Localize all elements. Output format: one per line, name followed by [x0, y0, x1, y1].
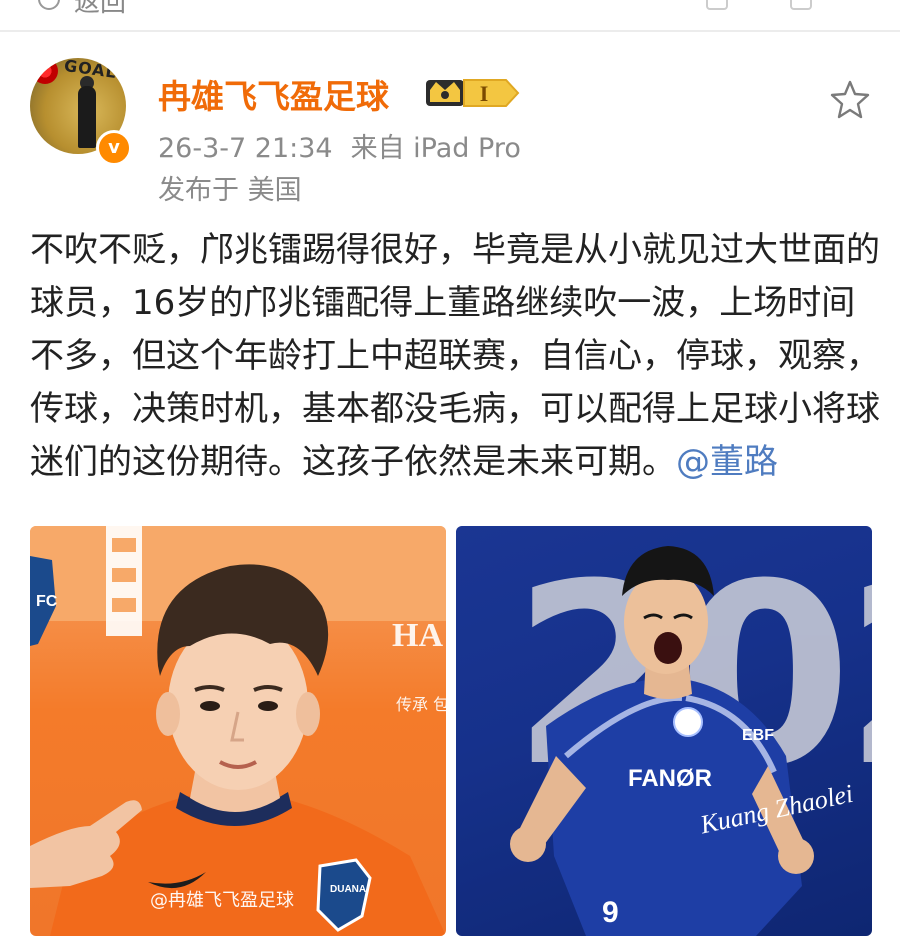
more-icon[interactable] — [790, 0, 812, 10]
sign-letters: HA NE — [392, 617, 446, 654]
post-photo-2[interactable]: 2027 EBF FANØR Kuang Zhaolei 9 — [456, 526, 872, 936]
shirt-sponsor: FANØR — [628, 765, 712, 792]
top-nav-bar: 返回 — [0, 0, 900, 32]
post-source: 来自 iPad Pro — [350, 133, 521, 164]
back-icon[interactable] — [38, 0, 60, 10]
post-body: 不吹不贬，邝兆镭踢得很好，毕竟是从小就见过大世面的球员，16岁的邝兆镭配得上董路… — [30, 224, 880, 489]
svg-text:DUANA: DUANA — [330, 884, 366, 895]
sponsor-mark: EBF — [742, 727, 774, 744]
post-meta: 26-3-7 21:34 来自 iPad Pro — [158, 126, 521, 165]
sign-subtext: 传承 包 — [396, 695, 446, 714]
star-outline-icon[interactable] — [828, 78, 872, 122]
svg-text:FC: FC — [36, 593, 58, 610]
photo-watermark: @冉雄飞飞盈足球 — [150, 890, 294, 911]
post-timestamp: 26-3-7 21:34 — [158, 133, 333, 164]
post-location: 发布于 美国 — [158, 175, 302, 206]
vip-badge[interactable]: I — [424, 68, 520, 112]
rose-decoration — [32, 58, 58, 84]
player-photo-orange: FC HA NE 传承 包 DUANA — [30, 526, 446, 936]
share-icon[interactable] — [706, 0, 728, 10]
vip-level: I — [480, 81, 489, 106]
mention-link[interactable]: @董路 — [676, 442, 778, 482]
avatar-goal-text: GOAL! — [62, 58, 126, 84]
crown-icon — [426, 80, 464, 106]
player-photo-blue: 2027 EBF FANØR Kuang Zhaolei 9 — [456, 526, 872, 936]
author-name[interactable]: 冉雄飞飞盈足球 — [158, 70, 389, 118]
shorts-number: 9 — [602, 896, 619, 929]
back-label[interactable]: 返回 — [74, 0, 126, 19]
avatar-figure — [78, 86, 96, 148]
verified-badge: v — [96, 130, 132, 166]
post-photo-1[interactable]: FC HA NE 传承 包 DUANA @冉雄飞飞盈足球 — [30, 526, 446, 936]
